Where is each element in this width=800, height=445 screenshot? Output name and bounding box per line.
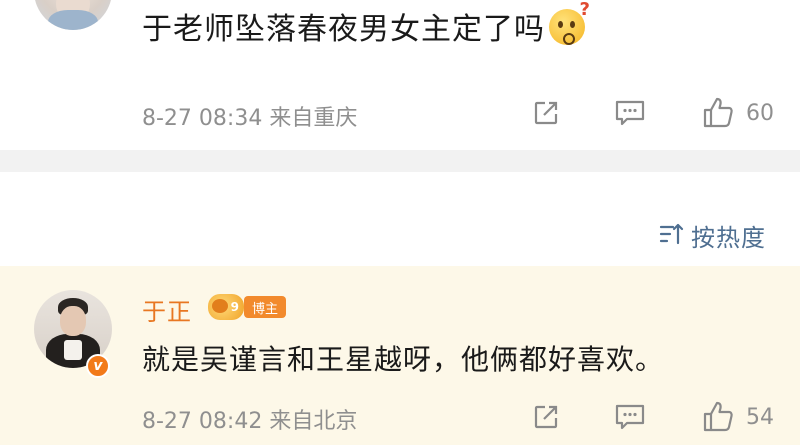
sort-by-heat-button[interactable]: 按热度: [659, 218, 766, 253]
avatar[interactable]: [34, 0, 112, 30]
comment-text: 于老师坠落春夜男女主定了吗?: [142, 0, 590, 48]
level-icon: 9: [208, 294, 244, 320]
like-icon[interactable]: [700, 95, 736, 131]
thinking-face-icon: ?: [549, 0, 590, 45]
sort-icon: [659, 222, 685, 250]
section-divider: [0, 150, 800, 172]
comment-text: 就是吴谨言和王星越呀，他俩都好喜欢。: [142, 343, 665, 376]
comment-text-content: 于老师坠落春夜男女主定了吗: [142, 12, 545, 47]
comment-meta: 8-27 08:42 来自北京: [142, 409, 358, 434]
verified-icon: v: [86, 354, 110, 378]
comment-icon[interactable]: [612, 95, 648, 131]
comment-item-2: v 于正 9 博主 就是吴谨言和王星越呀，他俩都好喜欢。 8-27 08:42 …: [0, 266, 800, 445]
like-icon[interactable]: [700, 399, 736, 435]
user-name[interactable]: 于正: [142, 292, 192, 327]
sort-label: 按热度: [691, 224, 766, 252]
like-count: 54: [746, 404, 774, 430]
like-count: 60: [746, 100, 774, 126]
comment-actions: 60: [528, 95, 774, 131]
share-icon[interactable]: [528, 399, 564, 435]
comment-meta: 8-27 08:34 来自重庆: [142, 106, 358, 131]
comment-icon[interactable]: [612, 399, 648, 435]
comment-page: 于老师坠落春夜男女主定了吗? 8-27 08:34 来自重庆 60 按热度 v …: [0, 0, 800, 445]
sort-bar: 按热度: [0, 172, 800, 266]
comment-item-1: 于老师坠落春夜男女主定了吗? 8-27 08:34 来自重庆 60: [0, 0, 800, 150]
share-icon[interactable]: [528, 95, 564, 131]
blogger-badge: 博主: [244, 296, 287, 318]
comment-actions: 54: [528, 399, 774, 435]
